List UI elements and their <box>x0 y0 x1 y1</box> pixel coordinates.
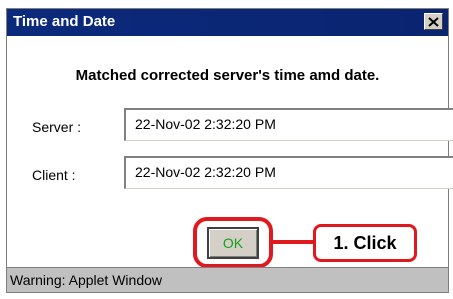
click-callout: 1. Click <box>313 224 417 262</box>
server-time-field[interactable]: 22-Nov-02 2:32:20 PM <box>124 108 453 141</box>
title-bar[interactable]: Time and Date <box>7 9 448 36</box>
callout-connector <box>273 240 313 244</box>
client-time-field[interactable]: 22-Nov-02 2:32:20 PM <box>124 156 453 189</box>
window-title: Time and Date <box>13 13 116 30</box>
ok-button[interactable]: OK <box>207 227 259 259</box>
close-icon <box>428 16 439 27</box>
status-message: Matched corrected server's time amd date… <box>75 67 380 84</box>
close-button[interactable] <box>424 13 443 30</box>
status-bar-text: Warning: Applet Window <box>10 272 162 288</box>
client-label: Client : <box>32 167 76 183</box>
time-date-dialog: Time and Date Matched corrected server's… <box>6 8 453 293</box>
status-bar: Warning: Applet Window <box>7 267 448 292</box>
server-label: Server : <box>32 119 82 135</box>
